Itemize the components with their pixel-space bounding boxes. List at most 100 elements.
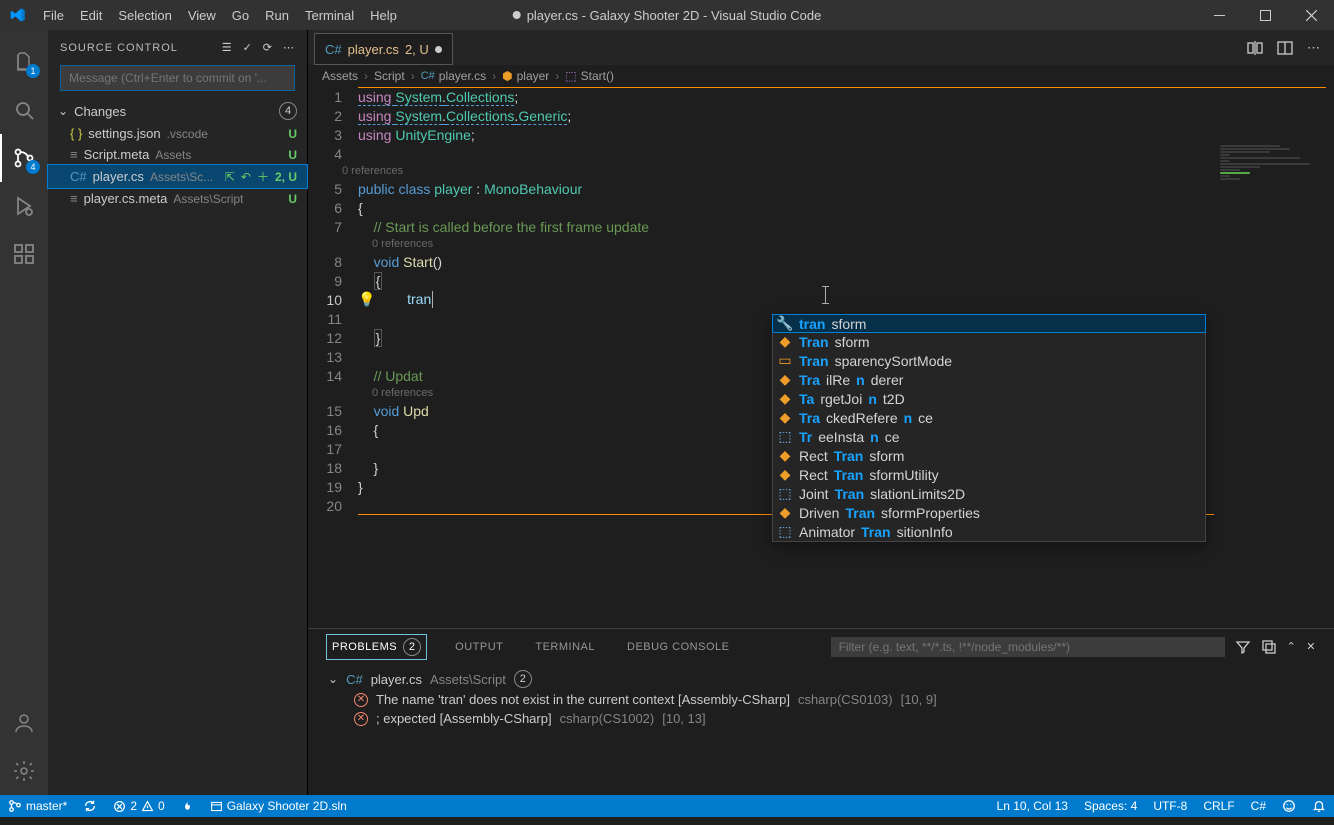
problems-filter-input[interactable]	[831, 637, 1225, 657]
status-sync[interactable]	[75, 795, 105, 817]
breadcrumb-item[interactable]: C# player.cs	[421, 69, 486, 83]
file-name: Script.meta	[84, 147, 150, 162]
suggest-item[interactable]: ◆DrivenTransformProperties	[773, 503, 1205, 522]
menu-edit[interactable]: Edit	[72, 0, 110, 30]
panel-close-icon[interactable]: ✕	[1306, 640, 1316, 653]
tab-dirty-dot-icon	[435, 46, 442, 53]
suggest-item[interactable]: ◆TargetJoint2D	[773, 389, 1205, 408]
filter-icon[interactable]	[1235, 639, 1251, 655]
suggest-item[interactable]: 🔧transform	[772, 314, 1206, 333]
tab-terminal[interactable]: TERMINAL	[531, 637, 599, 657]
lightbulb-icon[interactable]: 💡	[358, 291, 375, 308]
status-eol[interactable]: CRLF	[1195, 795, 1242, 817]
changes-section[interactable]: ⌄ Changes 4	[48, 99, 307, 123]
code-line[interactable]: 7 // Start is called before the first fr…	[308, 217, 1334, 236]
menu-go[interactable]: Go	[224, 0, 257, 30]
scm-file-settings-json[interactable]: { }settings.json .vscodeU	[48, 123, 307, 144]
explorer-icon[interactable]: 1	[0, 38, 48, 86]
code-line[interactable]: 5public class player : MonoBehaviour	[308, 179, 1334, 198]
code-editor[interactable]: 1using System.Collections;2using System.…	[308, 87, 1334, 628]
code-line[interactable]: 6{	[308, 198, 1334, 217]
menu-file[interactable]: File	[35, 0, 72, 30]
suggest-item[interactable]: ◆RectTransform	[773, 446, 1205, 465]
menu-view[interactable]: View	[180, 0, 224, 30]
suggest-item[interactable]: ◆TrackedReference	[773, 408, 1205, 427]
status-bell-icon[interactable]	[1304, 795, 1334, 817]
menu-help[interactable]: Help	[362, 0, 405, 30]
problem-code: csharp(CS1002)	[560, 711, 655, 726]
source-control-icon[interactable]: 4	[0, 134, 48, 182]
suggest-item[interactable]: ◆Transform	[773, 332, 1205, 351]
tab-problems[interactable]: PROBLEMS 2	[326, 634, 427, 660]
status-flame-icon[interactable]	[173, 795, 202, 817]
problem-file[interactable]: ⌄ C# player.cs Assets\Script 2	[324, 668, 1318, 690]
status-errors[interactable]: 2 0	[105, 795, 172, 817]
problem-item[interactable]: ✕The name 'tran' does not exist in the c…	[324, 690, 1318, 709]
maximize-button[interactable]	[1242, 0, 1288, 30]
suggest-item[interactable]: ⬚TreeInstance	[773, 427, 1205, 446]
tab-output[interactable]: OUTPUT	[451, 637, 507, 657]
breadcrumb-item[interactable]: Script	[374, 69, 405, 83]
suggest-item[interactable]: ⬚AnimatorTransitionInfo	[773, 522, 1205, 541]
editor-area: C# player.cs 2, U ⋯ Assets›Script›C# pla…	[308, 30, 1334, 795]
extensions-icon[interactable]	[0, 230, 48, 278]
more-icon[interactable]: ⋯	[283, 41, 295, 54]
code-line[interactable]: 9 {	[308, 271, 1334, 290]
status-branch[interactable]: master*	[0, 795, 75, 817]
commit-message-input[interactable]	[60, 65, 295, 91]
codelens-references[interactable]: 0 references	[308, 236, 1334, 252]
search-icon[interactable]	[0, 86, 48, 134]
more-actions-icon[interactable]: ⋯	[1307, 40, 1320, 56]
tab-debug-console[interactable]: DEBUG CONSOLE	[623, 637, 733, 657]
suggest-widget[interactable]: 🔧transform◆Transform▭TransparencySortMod…	[772, 314, 1206, 542]
breadcrumb-item[interactable]: Assets	[322, 69, 358, 83]
close-button[interactable]	[1288, 0, 1334, 30]
minimap[interactable]	[1214, 144, 1334, 574]
suggest-item[interactable]: ◆TrailRenderer	[773, 370, 1205, 389]
status-language[interactable]: C#	[1243, 795, 1274, 817]
problem-message: ; expected [Assembly-CSharp]	[376, 711, 552, 726]
codelens-references[interactable]: 0 references	[308, 163, 1334, 179]
menu-run[interactable]: Run	[257, 0, 297, 30]
code-line[interactable]: 8 void Start()	[308, 252, 1334, 271]
scm-file-player-cs[interactable]: C#player.cs Assets\Sc...⇱ ↶ ＋ 2, U	[48, 165, 307, 188]
status-encoding[interactable]: UTF-8	[1145, 795, 1195, 817]
scm-file-player-cs-meta[interactable]: ≡player.cs.meta Assets\ScriptU	[48, 188, 307, 209]
breadcrumb-item[interactable]: ⬚ Start()	[565, 69, 614, 83]
compare-icon[interactable]	[1247, 40, 1263, 56]
breadcrumb[interactable]: Assets›Script›C# player.cs›⬢ player›⬚ St…	[308, 65, 1334, 87]
code-line[interactable]: 2using System.Collections.Generic;	[308, 106, 1334, 125]
account-icon[interactable]	[0, 699, 48, 747]
stage-icon[interactable]: ＋	[257, 168, 269, 185]
status-feedback-icon[interactable]	[1274, 795, 1304, 817]
file-name: player.cs	[93, 169, 144, 184]
tab-player-cs[interactable]: C# player.cs 2, U	[314, 33, 453, 65]
file-name: settings.json	[88, 126, 160, 141]
commit-icon[interactable]: ✓	[243, 41, 253, 54]
breadcrumb-item[interactable]: ⬢ player	[502, 69, 549, 83]
code-line[interactable]: 3using UnityEngine;	[308, 125, 1334, 144]
code-line[interactable]: 1using System.Collections;	[308, 87, 1334, 106]
status-solution[interactable]: Galaxy Shooter 2D.sln	[202, 795, 355, 817]
status-cursor-pos[interactable]: Ln 10, Col 13	[989, 795, 1076, 817]
discard-icon[interactable]: ↶	[241, 170, 251, 184]
refresh-icon[interactable]: ⟳	[263, 41, 273, 54]
scm-file-Script-meta[interactable]: ≡Script.meta AssetsU	[48, 144, 307, 165]
code-line[interactable]: 4	[308, 144, 1334, 163]
code-line[interactable]: 10💡 tran	[308, 290, 1334, 309]
panel-maximize-icon[interactable]: ⌃	[1287, 640, 1297, 653]
problem-item[interactable]: ✕; expected [Assembly-CSharp] csharp(CS1…	[324, 709, 1318, 728]
view-tree-icon[interactable]: ☰	[222, 41, 233, 54]
settings-gear-icon[interactable]	[0, 747, 48, 795]
collapse-all-icon[interactable]	[1261, 639, 1277, 655]
run-debug-icon[interactable]	[0, 182, 48, 230]
menu-terminal[interactable]: Terminal	[297, 0, 362, 30]
minimize-button[interactable]	[1196, 0, 1242, 30]
status-spaces[interactable]: Spaces: 4	[1076, 795, 1145, 817]
suggest-item[interactable]: ◆RectTransformUtility	[773, 465, 1205, 484]
menu-selection[interactable]: Selection	[110, 0, 179, 30]
open-file-icon[interactable]: ⇱	[225, 170, 235, 184]
split-editor-icon[interactable]	[1277, 40, 1293, 56]
suggest-item[interactable]: ▭TransparencySortMode	[773, 351, 1205, 370]
suggest-item[interactable]: ⬚JointTranslationLimits2D	[773, 484, 1205, 503]
